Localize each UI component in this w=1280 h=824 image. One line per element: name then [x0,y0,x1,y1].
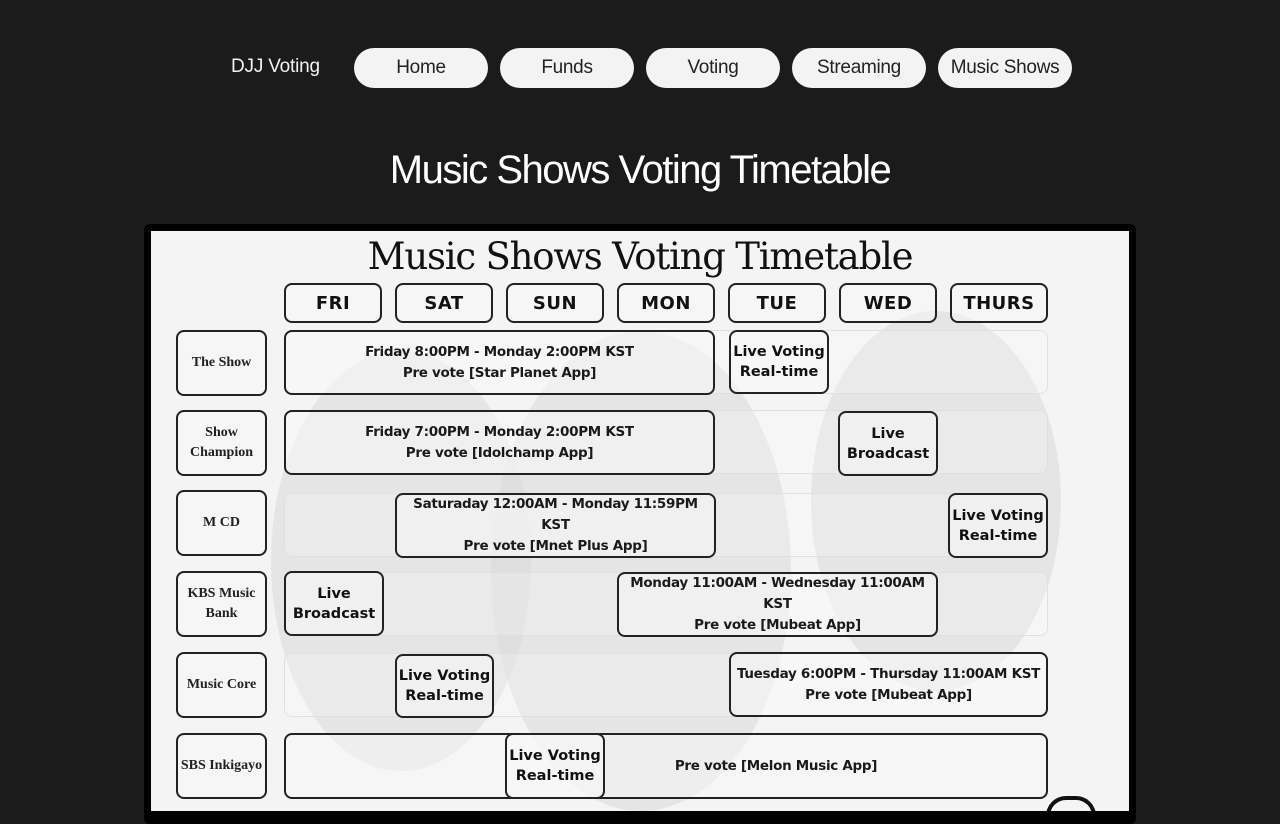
show-label-m-cd: M CD [176,490,267,556]
prevote-window: Saturaday 12:00AM - Monday 11:59PM KST P… [395,493,716,558]
prevote-window: Monday 11:00AM - Wednesday 11:00AM KST P… [617,572,938,637]
live-voting-badge: Live Voting Real-time [729,330,829,394]
brand-logo-text[interactable]: DJJ Voting [231,56,320,78]
prevote-app: Pre vote [Mnet Plus App] [463,538,648,554]
live-sublabel: Broadcast [846,445,930,462]
prevote-app: Pre vote [Idolchamp App] [405,444,594,461]
prevote-time: Monday 11:00AM - Wednesday 11:00AM KST [630,575,925,612]
live-label: Live Voting [398,668,491,684]
nav-music-shows-button[interactable]: Music Shows [938,48,1072,88]
day-header: FRI [284,283,382,323]
live-sublabel: Broadcast [292,605,376,622]
show-label-music-core: Music Core [176,652,267,718]
live-voting-badge: Live Voting Real-time [395,654,494,718]
live-broadcast-badge: Live Broadcast [284,571,384,636]
prevote-time: Tuesday 6:00PM - Thursday 11:00AM KST [736,665,1041,682]
live-voting-badge: Live Voting Real-time [505,733,605,799]
day-header: WED [839,283,937,323]
poster-title: Music Shows Voting Timetable [367,235,914,278]
show-label-sbs-inkigayo: SBS Inkigayo [176,733,267,799]
nav-streaming-button[interactable]: Streaming [792,48,926,88]
nav-funds-button[interactable]: Funds [500,48,634,88]
live-sublabel: Real-time [739,364,819,380]
show-label-the-show: The Show [176,330,267,396]
day-header: SAT [395,283,493,323]
live-sublabel: Real-time [958,527,1038,544]
prevote-window: Friday 8:00PM - Monday 2:00PM KST Pre vo… [284,330,715,395]
prevote-app: Pre vote [Mubeat App] [805,686,972,703]
prevote-app: Pre vote [Star Planet App] [402,364,597,381]
day-header: MON [617,283,715,323]
prevote-app: Pre vote [Mubeat App] [694,617,861,633]
prevote-window: Friday 7:00PM - Monday 2:00PM KST Pre vo… [284,410,715,475]
day-header: SUN [506,283,604,323]
live-label: Live [871,425,905,442]
prevote-time: Friday 8:00PM - Monday 2:00PM KST [365,343,634,360]
show-name-line: Bank [205,606,238,621]
live-broadcast-badge: Live Broadcast [838,411,938,476]
poster-logo-icon [1046,796,1096,811]
day-header: THURS [950,283,1048,323]
live-voting-badge: Live Voting Real-time [948,493,1048,558]
show-label-show-champion: Show Champion [176,410,267,476]
live-label: Live Voting [733,344,825,360]
page-title: Music Shows Voting Timetable [389,148,892,192]
prevote-app: Pre vote [Melon Music App] [674,757,878,774]
live-label: Live Voting [952,507,1044,524]
show-name-line: Champion [189,445,254,460]
timetable-image: Music Shows Voting Timetable FRI SAT SUN… [151,231,1129,811]
prevote-window: Pre vote [Melon Music App] [284,733,1048,799]
live-sublabel: Real-time [515,768,595,784]
show-name-line: KBS Music [187,586,256,601]
nav-voting-button[interactable]: Voting [646,48,780,88]
live-label: Live Voting [509,748,601,764]
live-sublabel: Real-time [405,688,484,704]
day-header: TUE [728,283,826,323]
prevote-window: Tuesday 6:00PM - Thursday 11:00AM KST Pr… [729,652,1048,717]
prevote-time: Friday 7:00PM - Monday 2:00PM KST [365,423,634,440]
live-label: Live [317,585,351,602]
show-label-kbs-music-bank: KBS Music Bank [176,571,267,637]
show-name-line: Show [205,425,238,440]
nav-home-button[interactable]: Home [354,48,488,88]
prevote-time: Saturaday 12:00AM - Monday 11:59PM KST [413,496,698,533]
